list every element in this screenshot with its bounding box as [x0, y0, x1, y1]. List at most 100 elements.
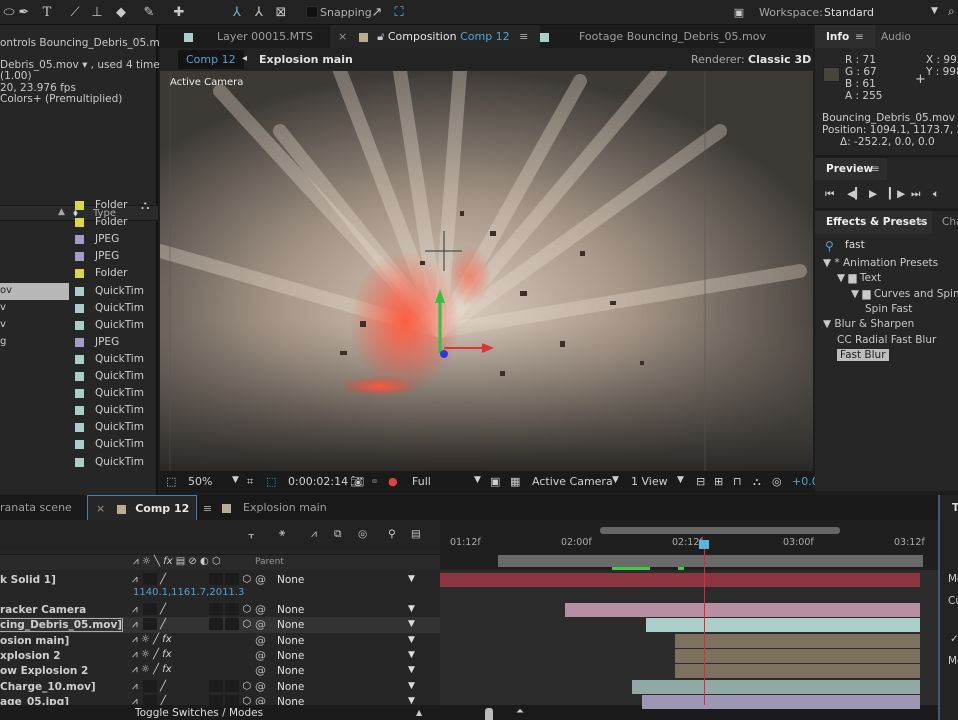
effects-tree-item[interactable]: ▼ ▆ Text: [837, 272, 881, 284]
magnification-select[interactable]: 50%: [188, 475, 212, 488]
label-color-swatch[interactable]: [75, 423, 84, 433]
layer-switches[interactable]: ⩘ ☼ ╱ fx: [132, 649, 172, 660]
layer-duration-bar[interactable]: [675, 634, 920, 648]
flowchart-icon[interactable]: ⛬: [753, 475, 761, 489]
layer-switches[interactable]: ⩘ ╱ ⬡: [132, 680, 251, 692]
layer-duration-bar[interactable]: [675, 664, 920, 678]
timeline-layer-row[interactable]: Charge_10.mov] ⩘ ╱ ⬡ @ None ▼: [0, 679, 440, 695]
layer-name[interactable]: racker Camera: [0, 604, 86, 616]
panel-menu-icon[interactable]: ≡: [871, 163, 880, 175]
tab-footage[interactable]: Footage Bouncing_Debris_05.mov: [540, 25, 766, 48]
parent-select[interactable]: None: [277, 681, 304, 693]
view-layout-dropdown-icon[interactable]: ▼: [677, 475, 684, 485]
label-color-swatch[interactable]: [75, 406, 84, 416]
exposure-reset-icon[interactable]: ◎: [772, 475, 782, 488]
project-item[interactable]: QuickTim: [0, 436, 156, 453]
eraser-tool-icon[interactable]: ◆: [112, 4, 130, 21]
composition-viewer[interactable]: Active Camera: [160, 71, 813, 471]
magnification-dropdown-icon[interactable]: ▼: [232, 475, 239, 485]
current-time[interactable]: 0:00:02:14: [288, 475, 348, 488]
shy-layers-icon[interactable]: ⩘: [311, 528, 317, 541]
label-color-swatch[interactable]: [75, 201, 84, 210]
layer-switches[interactable]: ⩘ ╱ ⬡: [132, 573, 251, 585]
timeline-layer-row[interactable]: k Solid 1] ⩘ ╱ ⬡ @ None ▼: [0, 572, 440, 588]
play-icon[interactable]: ▶: [869, 188, 877, 200]
parent-select[interactable]: None: [277, 665, 304, 677]
parent-select[interactable]: None: [277, 574, 304, 586]
label-color-swatch[interactable]: [75, 389, 84, 399]
project-item[interactable]: QuickTim: [0, 351, 156, 368]
zoom-out-icon[interactable]: ▲: [416, 708, 422, 717]
snap-edges-icon[interactable]: ↗: [368, 4, 386, 21]
panel-menu-icon[interactable]: ≡: [855, 31, 864, 43]
parent-dropdown-icon[interactable]: ▼: [408, 665, 415, 675]
timeline-icon[interactable]: ⊓: [733, 475, 742, 488]
label-color-swatch[interactable]: [75, 440, 84, 450]
time-navigator[interactable]: [600, 527, 840, 534]
renderer-value[interactable]: Classic 3D: [748, 53, 811, 66]
effects-tree-item[interactable]: ▼ Blur & Sharpen: [823, 318, 914, 330]
parent-dropdown-icon[interactable]: ▼: [408, 650, 415, 660]
fast-previews-icon[interactable]: ▣: [490, 475, 500, 488]
world-axis-icon[interactable]: ⅄: [250, 4, 268, 21]
label-color-swatch[interactable]: [75, 337, 84, 347]
roto-brush-tool-icon[interactable]: ✎: [140, 4, 158, 21]
layer-duration-bar[interactable]: [632, 680, 920, 694]
panel-menu-icon[interactable]: ≡: [916, 216, 925, 228]
project-item[interactable]: QuickTim: [0, 385, 156, 402]
graph-editor-icon[interactable]: ▤: [411, 528, 421, 540]
region-of-interest-icon[interactable]: ⌗: [247, 475, 253, 489]
pen-tool-icon[interactable]: ✒: [15, 4, 33, 21]
effects-tree-item[interactable]: ▼ ▆ Curves and Spins: [851, 288, 958, 300]
layer-duration-bar[interactable]: [646, 618, 920, 632]
label-color-swatch[interactable]: [75, 354, 84, 364]
effects-tree-item[interactable]: CC Radial Fast Blur: [837, 334, 936, 346]
snapshot-icon[interactable]: 📷︎: [350, 475, 364, 488]
timeline-layer-row[interactable]: racker Camera ⩘ ╱ ⬡ @ None ▼: [0, 602, 440, 618]
transparency-grid-icon[interactable]: ⬚: [266, 475, 276, 488]
project-item[interactable]: JPEG: [0, 231, 156, 248]
parent-select[interactable]: None: [277, 604, 304, 616]
previous-frame-icon[interactable]: ◀▎: [847, 188, 863, 200]
zoom-slider-thumb[interactable]: [485, 708, 493, 720]
toggle-pixel-aspect-icon[interactable]: ⊟: [696, 475, 705, 488]
audio-icon[interactable]: 🔈︎: [933, 188, 939, 201]
pick-whip-icon[interactable]: @: [255, 680, 266, 693]
always-preview-icon[interactable]: ⬚: [166, 475, 176, 488]
checkbox[interactable]: ✓: [950, 633, 958, 645]
playhead[interactable]: [704, 542, 705, 705]
project-item[interactable]: ov QuickTim: [0, 282, 156, 300]
layer-duration-bar[interactable]: [564, 603, 920, 617]
search-help-icon[interactable]: ⌕: [948, 4, 955, 19]
tab-comp12[interactable]: × Comp 12 ≡: [87, 495, 212, 520]
tab-preview[interactable]: Preview: [826, 163, 873, 175]
pick-whip-icon[interactable]: @: [255, 649, 266, 662]
layer-duration-bar[interactable]: [440, 573, 920, 587]
project-item[interactable]: QuickTim: [0, 368, 156, 385]
effects-search-input[interactable]: [845, 237, 955, 253]
playhead-handle[interactable]: [699, 540, 709, 549]
pick-whip-icon[interactable]: @: [255, 573, 266, 586]
tab-explosion-main[interactable]: Explosion main: [222, 495, 327, 520]
project-item[interactable]: g JPEG: [0, 334, 156, 351]
clone-stamp-tool-icon[interactable]: ⊥: [88, 4, 106, 21]
breadcrumb-comp12[interactable]: Comp 12: [178, 50, 244, 69]
tab-layer[interactable]: Layer 00015.MTS: [184, 25, 313, 48]
motion-blur-icon[interactable]: ◎: [358, 528, 367, 540]
timeline-layer-row[interactable]: cing_Debris_05.mov] ⩘ ╱ ⬡ @ None ▼: [0, 617, 440, 633]
close-tab-icon[interactable]: ×: [96, 502, 105, 515]
label-color-swatch[interactable]: [75, 286, 84, 296]
layer-switches[interactable]: ⩘ ☼ ╱ fx: [132, 634, 172, 645]
type-tool-icon[interactable]: T: [38, 4, 56, 21]
view-layout-select[interactable]: 1 View: [631, 475, 668, 488]
effects-tree-item[interactable]: ▼ * Animation Presets: [823, 257, 938, 269]
parent-dropdown-icon[interactable]: ▼: [408, 574, 415, 584]
camera-view-select[interactable]: Active Camera: [532, 475, 613, 488]
zoom-in-icon[interactable]: ⏶: [516, 706, 524, 717]
position-value[interactable]: 1140.1,1161.7,2011.3: [133, 587, 244, 598]
layer-duration-bar[interactable]: [641, 695, 920, 709]
camera-dropdown-icon[interactable]: ▼: [612, 475, 619, 485]
brainstorm-icon[interactable]: ⚲: [388, 528, 396, 540]
tab-info[interactable]: Info: [826, 31, 849, 43]
project-item[interactable]: QuickTim: [0, 454, 156, 471]
